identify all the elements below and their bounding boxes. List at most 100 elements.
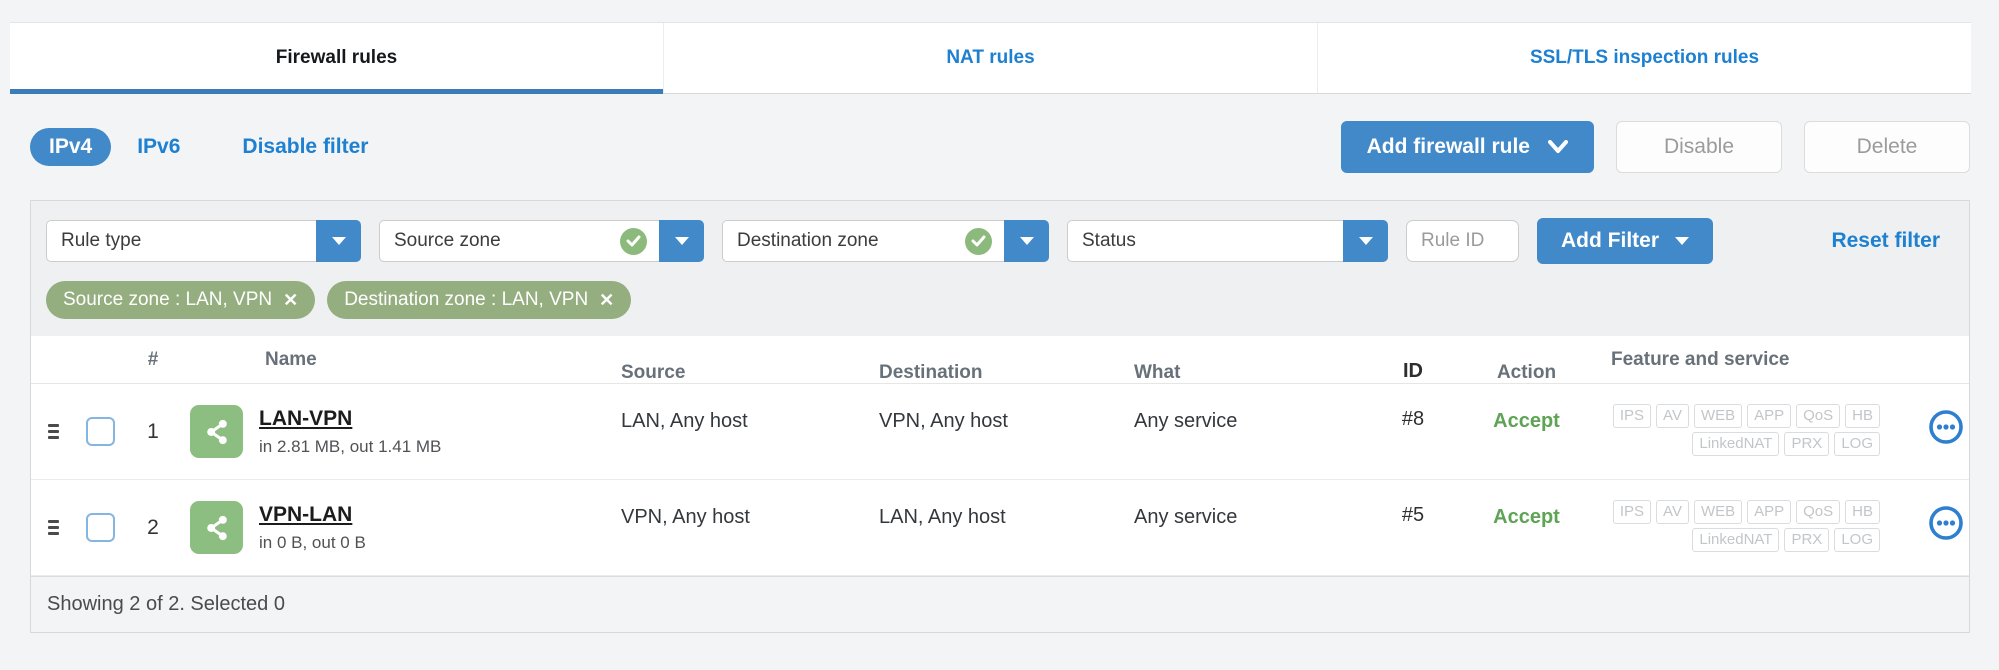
dropdown-label: Status — [1082, 230, 1136, 251]
rule-destination: VPN, Any host — [879, 410, 1008, 432]
filter-dropdown-status[interactable]: Status — [1067, 220, 1388, 262]
badge-web: WEB — [1693, 404, 1743, 428]
header-name: Name — [265, 348, 317, 370]
header-destination: Destination — [879, 361, 983, 383]
dropdown-label: Destination zone — [737, 230, 879, 251]
tab-nat-rules[interactable]: NAT rules — [664, 23, 1318, 93]
filter-dropdown-source-zone[interactable]: Source zone — [379, 220, 704, 262]
badge-linkednat: LinkedNAT — [1692, 432, 1780, 456]
rule-traffic: in 0 B, out 0 B — [259, 532, 366, 552]
filter-chip-source-zone: Source zone : LAN, VPN ✕ — [46, 281, 316, 319]
drag-handle[interactable] — [48, 424, 59, 439]
badge-linkednat: LinkedNAT — [1692, 528, 1780, 552]
badge-av: AV — [1656, 500, 1689, 524]
feature-badges: IPS AV WEB APP QoS HB LinkedNAT PRX LOG — [1594, 384, 1922, 479]
row-menu-ellipsis-icon[interactable] — [1928, 409, 1964, 445]
header-id: ID — [1403, 360, 1423, 382]
badge-av: AV — [1656, 404, 1689, 428]
row-number: 1 — [147, 419, 159, 443]
dropdown-arrow-icon[interactable] — [659, 220, 704, 262]
table-header-row: # Name Source Destination What ID Action… — [31, 336, 1969, 384]
header-what: What — [1134, 361, 1181, 383]
rule-id: #5 — [1401, 504, 1425, 526]
rule-what: Any service — [1134, 410, 1238, 432]
badge-qos: QoS — [1796, 500, 1841, 524]
rule-id-input[interactable] — [1406, 220, 1519, 262]
badge-qos: QoS — [1796, 404, 1841, 428]
chip-label: Source zone : LAN, VPN — [63, 289, 273, 310]
header-action: Action — [1496, 361, 1557, 383]
tab-label: Firewall rules — [275, 47, 398, 68]
chevron-down-icon — [1548, 140, 1568, 153]
table-row: 1 LAN-VPN in 2.81 MB, out 1.41 MB LAN, A… — [31, 384, 1969, 480]
chip-label: Destination zone : LAN, VPN — [344, 289, 589, 310]
row-number: 2 — [147, 515, 159, 539]
chip-close-icon[interactable]: ✕ — [283, 291, 298, 309]
badge-log: LOG — [1834, 528, 1880, 552]
rule-action: Accept — [1493, 506, 1560, 528]
add-firewall-rule-label: Add firewall rule — [1366, 135, 1530, 158]
tab-firewall-rules[interactable]: Firewall rules — [10, 23, 664, 94]
ipv6-toggle[interactable]: IPv6 — [137, 135, 180, 159]
dropdown-arrow-icon[interactable] — [316, 220, 361, 262]
caret-down-icon — [1675, 237, 1689, 245]
badge-hb: HB — [1845, 404, 1880, 428]
filter-dropdown-rule-type[interactable]: Rule type — [46, 220, 361, 262]
tab-label: NAT rules — [946, 47, 1035, 68]
header-number: # — [147, 348, 159, 370]
filter-chip-destination-zone: Destination zone : LAN, VPN ✕ — [327, 281, 632, 319]
header-feature-and-service: Feature and service — [1611, 348, 1790, 370]
table-footer: Showing 2 of 2. Selected 0 — [31, 576, 1969, 632]
add-filter-label: Add Filter — [1561, 229, 1659, 252]
dropdown-arrow-icon[interactable] — [1004, 220, 1049, 262]
reset-filter-link[interactable]: Reset filter — [1831, 229, 1940, 253]
row-checkbox[interactable] — [85, 417, 115, 446]
rule-type-share-icon[interactable] — [190, 501, 243, 554]
chip-close-icon[interactable]: ✕ — [599, 291, 614, 309]
add-firewall-rule-button[interactable]: Add firewall rule — [1340, 121, 1594, 173]
toolbar: IPv4 IPv6 Disable filter Add firewall ru… — [30, 120, 1970, 174]
drag-handle[interactable] — [48, 520, 59, 535]
rule-name-link[interactable]: LAN-VPN — [259, 407, 441, 431]
tab-bar: Firewall rules NAT rules SSL/TLS inspect… — [10, 22, 1971, 94]
rules-panel: Rule type Source zone Destination zone S… — [30, 200, 1970, 633]
dropdown-label: Rule type — [61, 230, 142, 251]
badge-prx: PRX — [1784, 432, 1830, 456]
ipv4-toggle[interactable]: IPv4 — [30, 128, 112, 166]
table-row: 2 VPN-LAN in 0 B, out 0 B VPN, Any host … — [31, 480, 1969, 576]
filter-applied-check-icon — [965, 227, 992, 255]
header-source: Source — [621, 361, 686, 383]
filter-applied-check-icon — [620, 227, 647, 255]
delete-button[interactable]: Delete — [1804, 121, 1970, 173]
active-filter-chips: Source zone : LAN, VPN ✕ Destination zon… — [31, 279, 1969, 336]
rule-name-link[interactable]: VPN-LAN — [259, 503, 366, 527]
dropdown-arrow-icon[interactable] — [1343, 220, 1388, 262]
status-text: Showing 2 of 2. Selected 0 — [47, 593, 285, 615]
badge-web: WEB — [1693, 500, 1743, 524]
badge-prx: PRX — [1784, 528, 1830, 552]
filter-dropdown-destination-zone[interactable]: Destination zone — [722, 220, 1049, 262]
rule-source: VPN, Any host — [621, 506, 750, 528]
badge-log: LOG — [1834, 432, 1880, 456]
badge-ips: IPS — [1612, 404, 1652, 428]
badge-app: APP — [1747, 500, 1792, 524]
rule-type-share-icon[interactable] — [190, 405, 243, 458]
filter-section: Rule type Source zone Destination zone S… — [31, 201, 1969, 336]
feature-badges: IPS AV WEB APP QoS HB LinkedNAT PRX LOG — [1594, 480, 1922, 575]
badge-hb: HB — [1845, 500, 1880, 524]
disable-button[interactable]: Disable — [1616, 121, 1782, 173]
add-filter-button[interactable]: Add Filter — [1537, 218, 1713, 264]
badge-ips: IPS — [1612, 500, 1652, 524]
filter-bar: Rule type Source zone Destination zone S… — [31, 201, 1969, 279]
row-menu-ellipsis-icon[interactable] — [1928, 505, 1964, 541]
rule-source: LAN, Any host — [621, 410, 748, 432]
row-checkbox[interactable] — [85, 513, 115, 542]
tab-ssl-tls-inspection-rules[interactable]: SSL/TLS inspection rules — [1318, 23, 1971, 93]
tab-label: SSL/TLS inspection rules — [1529, 47, 1760, 68]
rule-destination: LAN, Any host — [879, 506, 1006, 528]
rule-id: #8 — [1401, 408, 1425, 430]
disable-filter-link[interactable]: Disable filter — [242, 135, 368, 159]
badge-app: APP — [1747, 404, 1792, 428]
rule-traffic: in 2.81 MB, out 1.41 MB — [259, 436, 442, 456]
rule-action: Accept — [1493, 410, 1560, 432]
